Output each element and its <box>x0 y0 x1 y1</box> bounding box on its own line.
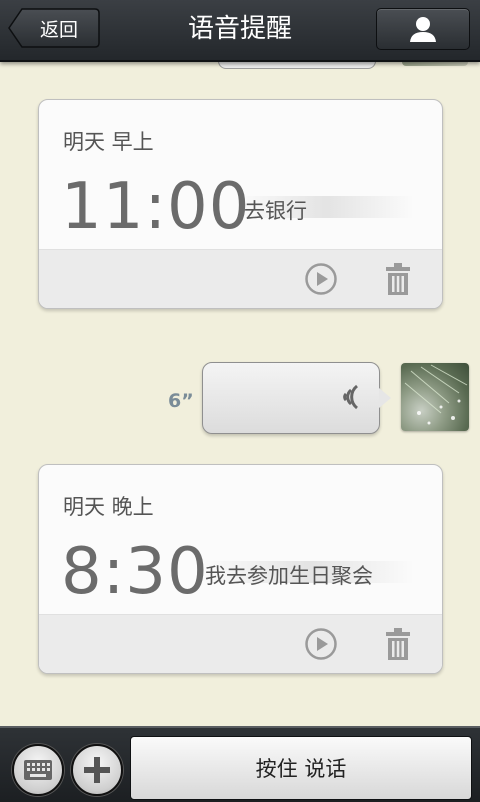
reminder-day: 明天 晚上 <box>63 495 154 519</box>
play-icon[interactable] <box>305 628 337 660</box>
reminder-note: 我去参加生日聚会 <box>205 564 373 588</box>
reminder-time: 8:30 <box>61 535 209 609</box>
hold-to-talk-button[interactable]: 按住 说话 <box>130 736 472 800</box>
reminder-card[interactable]: 明天 晚上 8:30 我去参加生日聚会 <box>38 464 443 674</box>
reminder-day: 明天 早上 <box>63 130 154 154</box>
trash-icon[interactable] <box>385 262 411 296</box>
keyboard-icon <box>24 760 52 780</box>
bubble-tail <box>379 388 391 408</box>
card-footer <box>39 614 442 673</box>
plus-icon <box>84 757 110 783</box>
reminder-time: 11:00 <box>61 170 251 244</box>
profile-button[interactable] <box>376 8 470 50</box>
person-icon <box>410 17 436 42</box>
back-button[interactable]: 返回 <box>8 8 100 48</box>
reminder-card[interactable]: 明天 早上 11:00 去银行 <box>38 99 443 309</box>
voice-message-bubble[interactable] <box>202 362 391 434</box>
back-label: 返回 <box>39 18 78 41</box>
page-title: 语音提醒 <box>187 14 292 44</box>
bottom-bar: 按住 说话 <box>0 726 480 802</box>
voice-wave-icon <box>343 384 359 410</box>
avatar-photo <box>404 364 468 425</box>
keyboard-button[interactable] <box>12 744 64 796</box>
trash-icon[interactable] <box>385 627 411 661</box>
add-button[interactable] <box>71 744 123 796</box>
play-icon[interactable] <box>305 263 337 295</box>
user-avatar[interactable] <box>401 363 469 431</box>
voice-duration: 6” <box>168 390 194 412</box>
card-footer <box>39 249 442 308</box>
reminder-note: 去银行 <box>244 199 307 223</box>
top-bar: 返回 语音提醒 <box>0 0 480 62</box>
